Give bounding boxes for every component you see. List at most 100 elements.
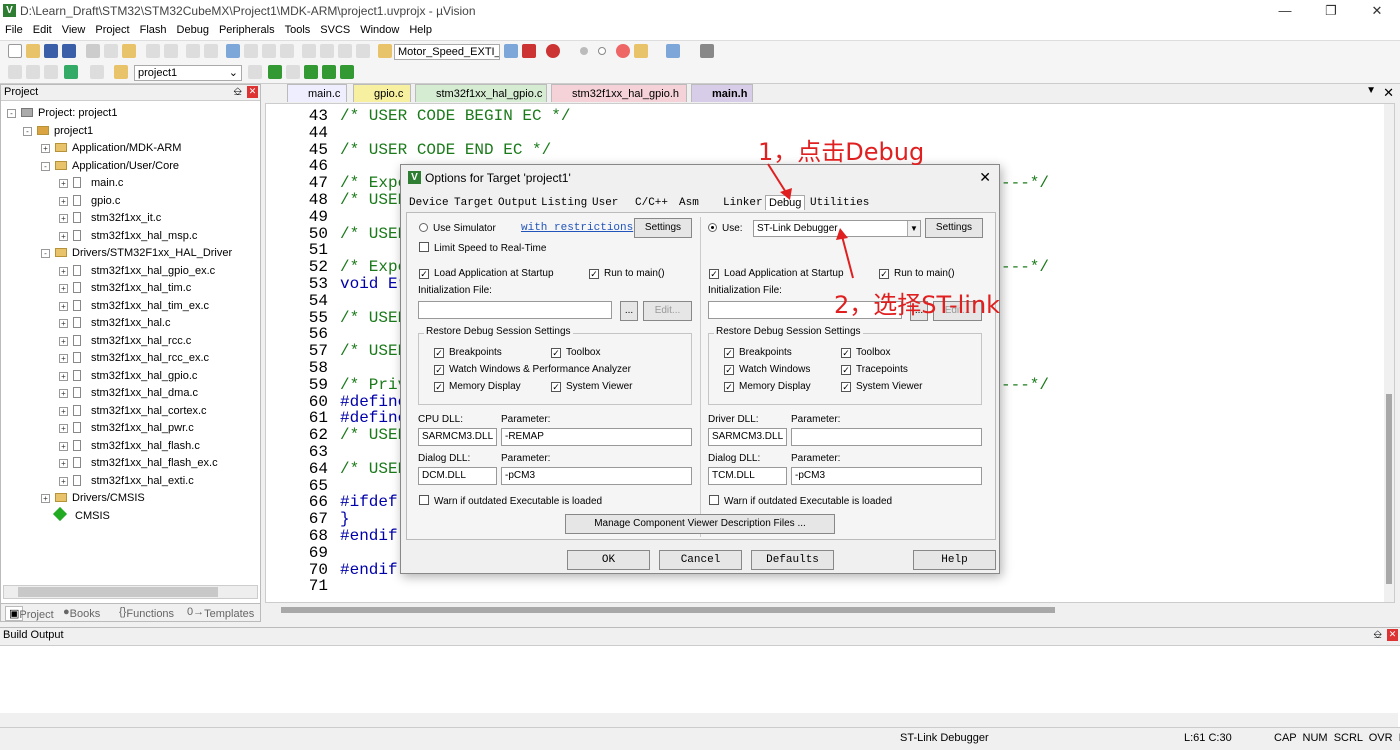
cut-icon[interactable] — [86, 44, 100, 58]
expand-icon[interactable]: + — [59, 459, 68, 468]
expand-icon[interactable]: + — [59, 372, 68, 381]
collapse-icon[interactable]: - — [7, 109, 16, 118]
memory-display-checkbox-right[interactable]: ✓ Memory Display — [724, 381, 811, 392]
run-main-checkbox[interactable]: ✓ Run to main() — [589, 268, 665, 279]
menu-tools[interactable]: Tools — [280, 22, 316, 38]
tab-functions[interactable]: {} Functions — [119, 606, 174, 620]
save-all-icon[interactable] — [62, 44, 76, 58]
expand-icon[interactable]: + — [59, 442, 68, 451]
menu-window[interactable]: Window — [355, 22, 404, 38]
scroll-thumb[interactable] — [281, 607, 1055, 613]
scroll-thumb[interactable] — [1386, 394, 1392, 584]
rebuild-icon[interactable] — [44, 65, 58, 79]
find-combo[interactable]: Motor_Speed_EXTI_I — [394, 44, 500, 60]
dialog-param-input[interactable]: -pCM3 — [501, 467, 692, 485]
bookmark-icon[interactable] — [226, 44, 240, 58]
tree-item-group[interactable]: + Drivers/CMSIS — [41, 492, 145, 504]
tab-project[interactable]: ▣ Project — [5, 606, 54, 621]
tab-listing[interactable]: Listing — [541, 197, 587, 209]
expand-icon[interactable]: + — [59, 407, 68, 416]
tree-item-file[interactable]: + stm32f1xx_hal_gpio_ex.c — [59, 265, 215, 277]
kill-breakpoints-icon[interactable] — [634, 44, 648, 58]
tree-item-file[interactable]: + gpio.c — [59, 195, 120, 207]
expand-icon[interactable]: + — [41, 494, 50, 503]
tree-item-file[interactable]: + stm32f1xx_hal_tim_ex.c — [59, 300, 209, 312]
open-file-icon[interactable] — [26, 44, 40, 58]
tab-c-cpp[interactable]: C/C++ — [635, 197, 668, 209]
comment-icon[interactable] — [338, 44, 352, 58]
expand-icon[interactable]: + — [59, 389, 68, 398]
maximize-button[interactable]: ❐ — [1308, 2, 1354, 20]
defaults-button[interactable]: Defaults — [751, 550, 834, 570]
scroll-thumb[interactable] — [18, 587, 218, 597]
tree-item-file[interactable]: + stm32f1xx_hal_pwr.c — [59, 422, 194, 434]
tree-item-file[interactable]: + main.c — [59, 177, 123, 189]
undo-icon[interactable] — [146, 44, 160, 58]
dialog-dll-input[interactable]: DCM.DLL — [418, 467, 497, 485]
warn-outdated-checkbox-right[interactable]: Warn if outdated Executable is loaded — [709, 495, 892, 507]
tree-item-target[interactable]: - project1 — [23, 125, 93, 137]
close-pane-icon[interactable]: ✕ — [247, 86, 258, 98]
tree-item-root[interactable]: - Project: project1 — [7, 107, 117, 119]
expand-icon[interactable]: + — [59, 214, 68, 223]
tree-item-file[interactable]: + stm32f1xx_hal_rcc_ex.c — [59, 352, 209, 364]
tree-item-file[interactable]: + stm32f1xx_hal_dma.c — [59, 387, 198, 399]
tab-device[interactable]: Device — [409, 197, 449, 209]
system-viewer-checkbox-right[interactable]: ✓ System Viewer — [841, 381, 923, 392]
find-in-files-icon[interactable] — [378, 44, 392, 58]
driver-param-input[interactable] — [791, 428, 982, 446]
collapse-icon[interactable]: - — [23, 127, 32, 136]
menu-flash[interactable]: Flash — [135, 22, 172, 38]
window-layout-icon[interactable] — [666, 44, 680, 58]
build-icon[interactable] — [26, 65, 40, 79]
batch-build-icon[interactable] — [64, 65, 78, 79]
watch-windows-checkbox[interactable]: ✓ Watch Windows & Performance Analyzer — [434, 364, 631, 375]
menu-view[interactable]: View — [57, 22, 91, 38]
find-icon[interactable] — [504, 44, 518, 58]
menu-help[interactable]: Help — [404, 22, 437, 38]
watch-windows-checkbox-right[interactable]: ✓ Watch Windows — [724, 364, 810, 375]
expand-icon[interactable]: + — [41, 144, 50, 153]
expand-icon[interactable]: + — [59, 284, 68, 293]
tab-target[interactable]: Target — [454, 197, 494, 209]
configure-icon[interactable] — [700, 44, 714, 58]
unindent-icon[interactable] — [320, 44, 334, 58]
expand-icon[interactable]: + — [59, 354, 68, 363]
with-restrictions-link[interactable]: with restrictions — [521, 222, 633, 234]
menu-edit[interactable]: Edit — [28, 22, 57, 38]
tree-item-file[interactable]: + stm32f1xx_hal_gpio.c — [59, 370, 197, 382]
tree-item-file[interactable]: + stm32f1xx_hal_tim.c — [59, 282, 191, 294]
tab-books[interactable]: ● Books — [63, 606, 100, 620]
select-packs-icon[interactable] — [286, 65, 300, 79]
pin-icon[interactable]: ⎒ — [233, 86, 242, 99]
new-file-icon[interactable] — [8, 44, 22, 58]
cpu-param-input[interactable]: -REMAP — [501, 428, 692, 446]
translate-icon[interactable] — [8, 65, 22, 79]
ok-button[interactable]: OK — [567, 550, 650, 570]
collapse-icon[interactable]: - — [41, 162, 50, 171]
init-file-input[interactable] — [418, 301, 612, 319]
expand-icon[interactable]: + — [59, 302, 68, 311]
target-select[interactable]: project1 ⌄ — [134, 65, 242, 81]
expand-icon[interactable]: + — [59, 267, 68, 276]
disable-breakpoint-icon[interactable] — [598, 47, 606, 55]
bookmark-clear-icon[interactable] — [280, 44, 294, 58]
tree-item-file[interactable]: + stm32f1xx_hal_msp.c — [59, 230, 197, 242]
download-icon[interactable] — [114, 65, 128, 79]
close-tab-icon[interactable]: ✕ — [1383, 85, 1394, 101]
tab-stm32f1xx-hal-gpio-c[interactable]: stm32f1xx_hal_gpio.c — [415, 84, 547, 102]
paste-icon[interactable] — [122, 44, 136, 58]
collapse-icon[interactable]: - — [41, 249, 50, 258]
debug-session-icon[interactable] — [546, 44, 560, 58]
bookmark-next-icon[interactable] — [262, 44, 276, 58]
minimize-button[interactable]: — — [1262, 2, 1308, 20]
options-for-target-icon[interactable] — [248, 65, 262, 79]
menu-svcs[interactable]: SVCS — [315, 22, 355, 38]
dialog-close-icon[interactable]: ✕ — [979, 169, 991, 186]
editor-vscrollbar[interactable] — [1384, 104, 1394, 602]
rte-icon[interactable] — [340, 65, 354, 79]
editor-hscrollbar[interactable] — [265, 603, 1395, 619]
system-viewer-checkbox[interactable]: ✓ System Viewer — [551, 381, 633, 392]
copy-icon[interactable] — [104, 44, 118, 58]
stop-build-icon[interactable] — [90, 65, 104, 79]
